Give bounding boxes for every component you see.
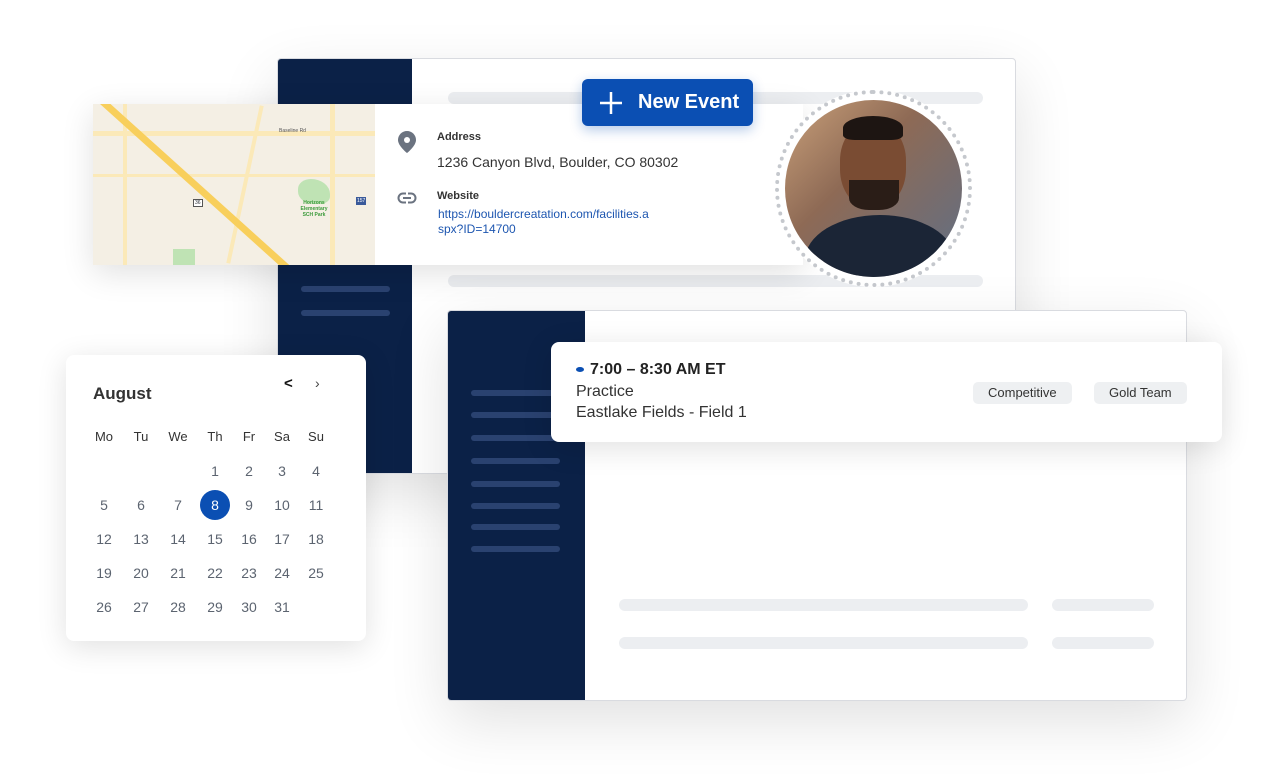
- sidebar-item[interactable]: [471, 458, 560, 464]
- calendar-day[interactable]: 18: [301, 524, 331, 554]
- calendar-day[interactable]: 20: [126, 558, 156, 588]
- calendar-day[interactable]: 11: [301, 490, 331, 520]
- calendar-day[interactable]: 27: [126, 592, 156, 622]
- placeholder-bar: [619, 637, 1028, 649]
- calendar-day[interactable]: 3: [267, 456, 297, 486]
- calendar-day[interactable]: 16: [234, 524, 264, 554]
- calendar-day[interactable]: 17: [267, 524, 297, 554]
- calendar-day[interactable]: 22: [200, 558, 230, 588]
- map[interactable]: Baseline Rd Horizons Elementary SCH Park…: [93, 104, 375, 265]
- tag-competitive: Competitive: [973, 382, 1072, 404]
- sidebar-item[interactable]: [301, 286, 390, 292]
- calendar-day[interactable]: 6: [126, 490, 156, 520]
- placeholder-bar: [619, 599, 1028, 611]
- sidebar-item[interactable]: [471, 390, 560, 396]
- website-link[interactable]: https://bouldercreatation.com/facilities…: [438, 207, 649, 237]
- map-label: Horizons Elementary SCH Park: [300, 200, 328, 218]
- calendar: August < › Mo Tu We Th Fr Sa Su 1 2 3 4 5 6 7 8 9 10 11 12…: [66, 355, 366, 641]
- link-icon: [397, 192, 417, 204]
- plus-icon: [600, 91, 622, 114]
- calendar-day[interactable]: 8: [200, 490, 230, 520]
- calendar-day[interactable]: 2: [234, 456, 264, 486]
- event-time: 7:00 – 8:30 AM ET: [590, 361, 726, 378]
- prev-month-button[interactable]: <: [284, 375, 293, 392]
- calendar-day[interactable]: 31: [267, 592, 297, 622]
- route-shield: 36: [193, 199, 203, 207]
- calendar-day[interactable]: 26: [89, 592, 119, 622]
- sidebar-item[interactable]: [471, 546, 560, 552]
- calendar-day[interactable]: 1: [200, 456, 230, 486]
- weekday-header: Fr: [242, 429, 256, 444]
- event-title: Practice: [576, 383, 634, 400]
- calendar-day[interactable]: 25: [301, 558, 331, 588]
- placeholder-bar: [1052, 637, 1154, 649]
- weekday-header: Sa: [274, 429, 290, 444]
- new-event-label: New Event: [638, 91, 740, 113]
- route-shield: 157: [356, 197, 367, 205]
- calendar-day[interactable]: 9: [234, 490, 264, 520]
- sidebar-item[interactable]: [471, 503, 560, 509]
- weekday-header: Mo: [94, 429, 114, 444]
- calendar-month: August: [93, 384, 152, 403]
- weekday-header: Su: [308, 429, 324, 444]
- address-value: 1236 Canyon Blvd, Boulder, CO 80302: [437, 154, 679, 170]
- calendar-day[interactable]: 4: [301, 456, 331, 486]
- weekday-header: Th: [207, 429, 223, 444]
- weekday-header: Tu: [133, 429, 149, 444]
- weekday-header: We: [168, 429, 188, 444]
- calendar-day[interactable]: 19: [89, 558, 119, 588]
- next-month-button[interactable]: ›: [315, 375, 320, 391]
- calendar-day[interactable]: 14: [163, 524, 193, 554]
- calendar-day[interactable]: 28: [163, 592, 193, 622]
- sidebar-item[interactable]: [471, 481, 560, 487]
- sidebar-item[interactable]: [301, 310, 390, 316]
- calendar-day[interactable]: 12: [89, 524, 119, 554]
- map-label: Baseline Rd: [279, 128, 306, 134]
- sidebar-item[interactable]: [471, 412, 560, 418]
- calendar-day[interactable]: 21: [163, 558, 193, 588]
- avatar: [775, 90, 972, 287]
- calendar-day[interactable]: 29: [200, 592, 230, 622]
- calendar-day[interactable]: 30: [234, 592, 264, 622]
- calendar-day[interactable]: 7: [163, 490, 193, 520]
- sidebar-item[interactable]: [471, 435, 560, 441]
- tag-gold-team: Gold Team: [1094, 382, 1187, 404]
- website-label: Website: [437, 190, 479, 202]
- event-card[interactable]: 7:00 – 8:30 AM ET Practice Eastlake Fiel…: [551, 342, 1222, 442]
- sidebar-item[interactable]: [471, 524, 560, 530]
- location-card: Baseline Rd Horizons Elementary SCH Park…: [93, 104, 803, 265]
- calendar-day[interactable]: 10: [267, 490, 297, 520]
- calendar-day[interactable]: 15: [200, 524, 230, 554]
- address-label: Address: [437, 131, 482, 143]
- event-location: Eastlake Fields - Field 1: [576, 404, 747, 421]
- placeholder-bar: [1052, 599, 1154, 611]
- event-dot: [576, 367, 584, 372]
- location-pin-icon: [398, 131, 416, 153]
- calendar-day[interactable]: 23: [234, 558, 264, 588]
- calendar-day[interactable]: 5: [89, 490, 119, 520]
- calendar-day[interactable]: 13: [126, 524, 156, 554]
- new-event-button[interactable]: New Event: [582, 79, 753, 126]
- calendar-day[interactable]: 24: [267, 558, 297, 588]
